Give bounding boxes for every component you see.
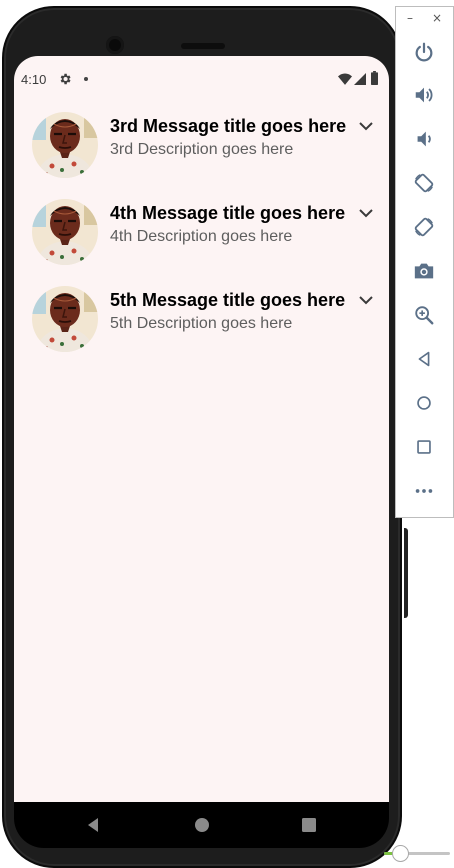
chevron-down-icon[interactable]	[358, 294, 374, 306]
more-icon[interactable]	[413, 480, 435, 502]
list-item[interactable]: 5th Message title goes here 5th Descript…	[14, 278, 389, 365]
overview-icon[interactable]	[413, 436, 435, 458]
home-icon[interactable]	[413, 392, 435, 414]
camera-icon[interactable]	[413, 260, 435, 282]
close-icon[interactable]: ×	[432, 11, 442, 25]
wifi-icon	[338, 73, 352, 85]
power-icon[interactable]	[413, 41, 435, 63]
status-bar: 4:10	[14, 56, 389, 100]
back-icon[interactable]	[413, 348, 435, 370]
message-description: 3rd Description goes here	[110, 141, 294, 158]
emulator-toolbar: – ×	[395, 6, 454, 518]
chevron-down-icon[interactable]	[358, 120, 374, 132]
avatar	[32, 112, 98, 178]
message-title: 3rd Message title goes here	[110, 116, 347, 136]
message-title: 5th Message title goes here	[110, 290, 346, 310]
overview-icon[interactable]	[300, 816, 318, 834]
rotate-right-icon[interactable]	[413, 216, 435, 238]
volume-down-icon[interactable]	[413, 128, 435, 150]
message-description: 4th Description goes here	[110, 228, 293, 245]
notification-dot-icon	[84, 77, 88, 81]
list-item[interactable]: 3rd Message title goes here 3rd Descript…	[14, 104, 389, 191]
phone-side-button	[404, 528, 408, 618]
navigation-bar	[14, 802, 389, 848]
zoom-icon[interactable]	[413, 304, 435, 326]
message-description: 5th Description goes here	[110, 315, 293, 332]
minimize-icon[interactable]: –	[407, 11, 413, 25]
message-list: 3rd Message title goes here 3rd Descript…	[14, 104, 389, 365]
status-time: 4:10	[21, 72, 47, 87]
front-camera	[106, 36, 124, 54]
zoom-slider-thumb[interactable]	[392, 845, 409, 862]
chevron-down-icon[interactable]	[358, 207, 374, 219]
battery-icon	[371, 71, 378, 85]
avatar	[32, 286, 98, 352]
device-screen: 4:10 3rd Message title goes here 3rd Des…	[14, 56, 389, 802]
home-icon[interactable]	[193, 816, 211, 834]
cell-signal-icon	[354, 73, 366, 85]
message-title: 4th Message title goes here	[110, 203, 346, 223]
volume-up-icon[interactable]	[413, 84, 435, 106]
avatar	[32, 199, 98, 265]
gear-icon	[60, 73, 71, 85]
back-icon[interactable]	[84, 816, 102, 834]
list-item[interactable]: 4th Message title goes here 4th Descript…	[14, 191, 389, 278]
rotate-left-icon[interactable]	[413, 172, 435, 194]
earpiece-speaker	[181, 43, 225, 49]
